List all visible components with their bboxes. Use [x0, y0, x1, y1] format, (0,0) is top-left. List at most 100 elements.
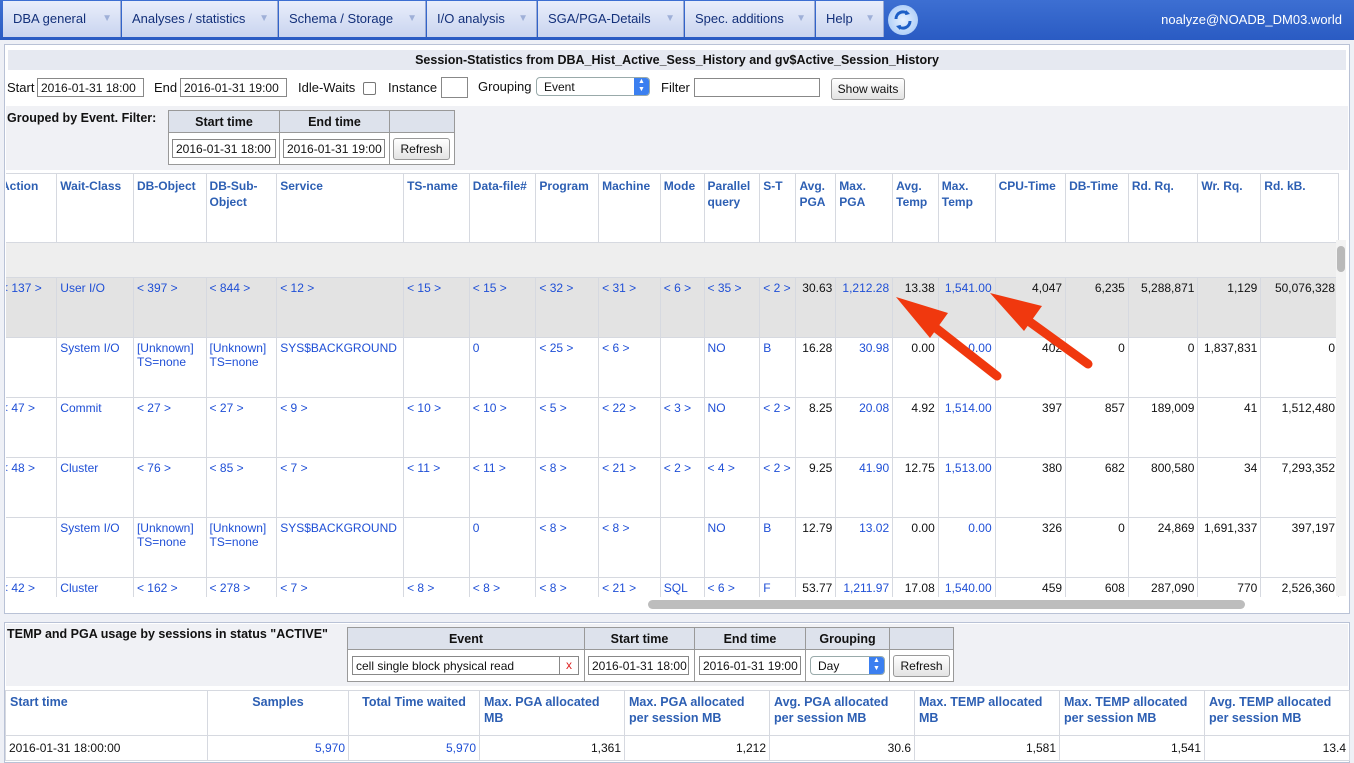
table-cell[interactable]: < 22 > [598, 397, 661, 458]
table-cell[interactable]: SQL exec [659, 577, 705, 597]
table-cell[interactable]: User I/O [56, 277, 134, 338]
menu-dba-general[interactable]: DBA general ▼ [3, 1, 121, 37]
column-header[interactable]: Max. PGA [835, 173, 894, 243]
table-cell[interactable]: < 10 > [468, 397, 537, 458]
table-cell[interactable]: < 42 > [6, 577, 58, 597]
table-row[interactable]: < 48 >Cluster< 76 >< 85 >< 7 >< 11 >< 11… [6, 457, 1339, 518]
instance-input[interactable] [441, 77, 468, 98]
table-cell[interactable]: [Unknown] TS=none [132, 337, 207, 398]
table-row[interactable]: System I/O [Unknown] TS=none [Unknown] TS=… [6, 517, 1339, 578]
event-input[interactable]: cell single block physical read [352, 656, 560, 675]
table-cell[interactable]: 20.08 [835, 397, 894, 458]
menu-spec[interactable]: Spec. additions ▼ [685, 1, 815, 37]
table-row[interactable]: < 42 >Cluster< 162 >< 278 >< 7 >< 8 >< 8… [6, 577, 1339, 597]
table-cell[interactable]: 1,514.00 [937, 397, 996, 458]
table-cell[interactable]: < 11 > [403, 457, 470, 518]
column-header[interactable]: S-T [759, 173, 797, 243]
table-cell[interactable]: < 278 > [205, 577, 278, 597]
table-cell[interactable]: < 6 > [703, 577, 761, 597]
table-row[interactable]: < 47 >Commit< 27 >< 27 >< 9 >< 10 >< 10 … [6, 397, 1339, 458]
table-cell[interactable]: B [759, 517, 797, 578]
column-header[interactable]: Avg. PGA allocated per session MB [769, 690, 915, 736]
table-cell[interactable]: < 8 > [468, 577, 537, 597]
column-header[interactable]: Program [535, 173, 600, 243]
table-cell[interactable]: 1,212.28 [835, 277, 894, 338]
column-header[interactable]: Rd. kB. [1260, 173, 1339, 243]
table-cell[interactable]: 0.00 [937, 517, 996, 578]
column-header[interactable]: Start time [5, 690, 208, 736]
table-cell[interactable]: F [759, 577, 797, 597]
table-cell[interactable]: < 2 > [759, 397, 797, 458]
table-cell[interactable]: < 397 > [132, 277, 207, 338]
table-cell[interactable]: < 15 > [468, 277, 537, 338]
table-cell[interactable]: 5,970 [207, 735, 349, 761]
table-cell[interactable]: < 48 > [6, 457, 58, 518]
table-cell[interactable]: B [759, 337, 797, 398]
column-header[interactable]: CPU-Time [994, 173, 1067, 243]
table-row[interactable]: System I/O [Unknown] TS=none [Unknown] TS=… [6, 337, 1339, 398]
column-header[interactable]: Avg. PGA [795, 173, 837, 243]
vertical-scroll-thumb[interactable] [1337, 246, 1345, 272]
start-input[interactable]: 2016-01-31 18:00 [37, 78, 144, 97]
column-header[interactable]: Avg. TEMP allocated per session MB [1204, 690, 1350, 736]
table-cell[interactable]: < 12 > [276, 277, 405, 338]
table-cell[interactable]: < 11 > [468, 457, 537, 518]
table-cell[interactable]: 41.90 [835, 457, 894, 518]
table-cell[interactable]: 0.00 [937, 337, 996, 398]
table-cell[interactable]: < 27 > [205, 397, 278, 458]
table-cell[interactable]: NO [703, 517, 761, 578]
table-cell[interactable]: < 7 > [276, 457, 405, 518]
table-cell[interactable]: < 25 > [535, 337, 600, 398]
column-header[interactable]: Machine [598, 173, 661, 243]
column-header[interactable]: Wr. Rq. [1197, 173, 1262, 243]
table-cell[interactable]: 0 [468, 517, 537, 578]
column-header[interactable]: DB-Object [132, 173, 207, 243]
column-header[interactable]: Mode [659, 173, 705, 243]
table-cell[interactable]: SYS$BACKGROUND [276, 337, 405, 398]
table-cell[interactable]: < 31 > [598, 277, 661, 338]
column-header[interactable]: Max. PGA allocated MB [479, 690, 625, 736]
table-cell[interactable]: 1,211.97 [835, 577, 894, 597]
table-cell[interactable]: < 6 > [659, 277, 705, 338]
table-cell[interactable]: < 15 > [403, 277, 470, 338]
column-header[interactable]: Max. TEMP allocated per session MB [1059, 690, 1205, 736]
table-cell[interactable]: < 162 > [132, 577, 207, 597]
clear-icon[interactable]: x [560, 656, 579, 675]
table-cell[interactable]: < 2 > [659, 457, 705, 518]
table-cell[interactable]: < 32 > [535, 277, 600, 338]
table-cell[interactable]: < 3 > [659, 397, 705, 458]
column-header[interactable]: TS-name [403, 173, 470, 243]
table-cell[interactable]: < 844 > [205, 277, 278, 338]
column-header[interactable]: Max. TEMP allocated MB [914, 690, 1060, 736]
grouped-start-input[interactable]: 2016-01-31 18:00 [172, 139, 276, 158]
column-header[interactable]: Parallel query [703, 173, 761, 243]
table-cell[interactable]: < 10 > [403, 397, 470, 458]
refresh-icon[interactable] [888, 5, 918, 35]
table-cell[interactable]: < 27 > [132, 397, 207, 458]
table-row[interactable]: < 137 >User I/O< 397 >< 844 >< 12 >< 15 … [6, 277, 1339, 338]
temp-start-input[interactable]: 2016-01-31 18:00 [588, 656, 689, 675]
table-cell[interactable]: < 7 > [276, 577, 405, 597]
grouping-select[interactable]: Event ▲ ▼ [536, 77, 650, 96]
menu-io[interactable]: I/O analysis ▼ [427, 1, 537, 37]
column-header[interactable]: Total Time waited [348, 690, 480, 736]
column-header[interactable]: Action [6, 173, 58, 243]
table-cell[interactable]: Cluster [56, 457, 134, 518]
temp-end-input[interactable]: 2016-01-31 19:00 [699, 656, 801, 675]
column-header[interactable]: Service [276, 173, 405, 243]
horizontal-scroll-thumb[interactable] [648, 600, 1245, 609]
table-cell[interactable]: < 8 > [403, 577, 470, 597]
end-input[interactable]: 2016-01-31 19:00 [180, 78, 287, 97]
temp-refresh-button[interactable]: Refresh [893, 655, 950, 677]
table-cell[interactable]: System I/O [56, 517, 134, 578]
table-cell[interactable]: < 2 > [759, 457, 797, 518]
menu-help[interactable]: Help ▼ [816, 1, 884, 37]
column-header[interactable]: DB-Time [1065, 173, 1129, 243]
table-cell[interactable]: < 21 > [598, 577, 661, 597]
menu-schema[interactable]: Schema / Storage ▼ [279, 1, 426, 37]
table-cell[interactable]: < 6 > [598, 337, 661, 398]
menu-sga[interactable]: SGA/PGA-Details ▼ [538, 1, 684, 37]
table-cell[interactable]: < 76 > [132, 457, 207, 518]
table-cell[interactable]: NO [703, 337, 761, 398]
show-waits-button[interactable]: Show waits [831, 78, 905, 100]
